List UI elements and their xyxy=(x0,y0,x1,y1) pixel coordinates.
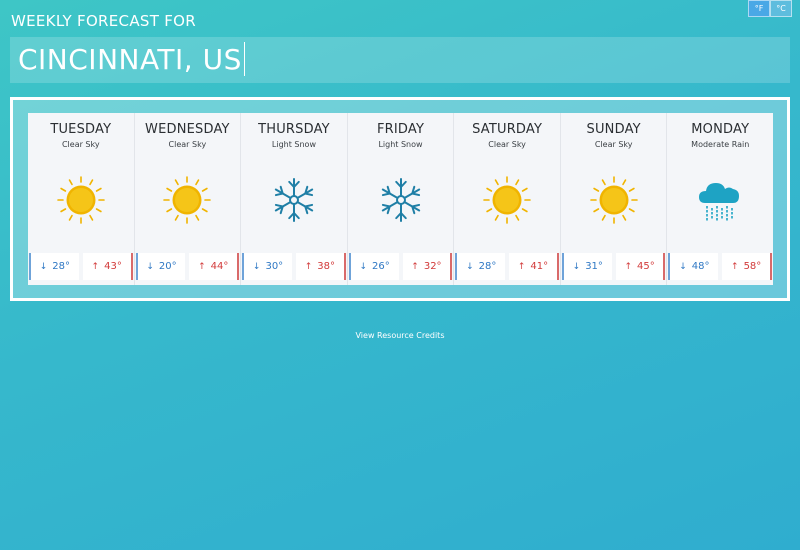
snowflake-icon xyxy=(241,177,347,223)
header-label: WEEKLY FORECAST FOR xyxy=(11,12,196,30)
arrow-down-icon: ↓ xyxy=(359,261,368,272)
view-credits-link[interactable]: View Resource Credits xyxy=(0,331,800,340)
high-temp: ↑ 44° xyxy=(189,253,240,280)
day-card-thursday: THURSDAY Light Snow ↓ 30° ↑ 38° xyxy=(241,113,348,285)
low-temp: ↓ 28° xyxy=(29,253,79,280)
fahrenheit-button[interactable]: °F xyxy=(748,0,770,17)
text-caret xyxy=(243,42,245,76)
temperature-range: ↓ 20° ↑ 44° xyxy=(135,253,241,280)
day-card-sunday: SUNDAY Clear Sky ↓ 31° ↑ 45° xyxy=(561,113,668,285)
low-temp: ↓ 48° xyxy=(668,253,719,280)
day-card-friday: FRIDAY Light Snow ↓ 26° ↑ 32° xyxy=(348,113,455,285)
sun-icon xyxy=(135,176,241,224)
arrow-down-icon: ↓ xyxy=(39,261,48,272)
low-temp-value: 31° xyxy=(585,261,603,272)
arrow-up-icon: ↑ xyxy=(304,261,313,272)
arrow-down-icon: ↓ xyxy=(572,261,581,272)
weather-condition: Clear Sky xyxy=(61,140,100,149)
high-temp: ↑ 32° xyxy=(402,253,453,280)
high-temp: ↑ 38° xyxy=(295,253,346,280)
sun-icon xyxy=(28,176,134,224)
day-card-wednesday: WEDNESDAY Clear Sky ↓ 20° ↑ 44° xyxy=(135,113,242,285)
weather-condition: Moderate Rain xyxy=(691,140,750,149)
city-input[interactable]: CINCINNATI, US xyxy=(18,42,245,78)
day-name: WEDNESDAY xyxy=(145,122,230,137)
low-temp-value: 48° xyxy=(691,261,710,272)
weather-condition: Clear Sky xyxy=(594,140,633,149)
day-name: TUESDAY xyxy=(50,122,112,137)
temperature-range: ↓ 28° ↑ 43° xyxy=(28,253,134,280)
arrow-up-icon: ↑ xyxy=(624,261,632,272)
high-temp: ↑ 58° xyxy=(722,253,773,280)
low-temp-value: 30° xyxy=(265,261,284,272)
temperature-range: ↓ 48° ↑ 58° xyxy=(667,253,773,280)
weather-condition: Light Snow xyxy=(378,140,423,149)
weather-condition: Clear Sky xyxy=(488,140,526,149)
arrow-up-icon: ↑ xyxy=(91,261,100,272)
arrow-up-icon: ↑ xyxy=(731,261,739,272)
unit-toggle: °F °C xyxy=(748,0,792,17)
low-temp: ↓ 30° xyxy=(242,253,292,280)
high-temp-value: 41° xyxy=(530,261,549,272)
low-temp: ↓ 31° xyxy=(561,253,612,280)
day-name: SUNDAY xyxy=(586,122,641,137)
sun-icon xyxy=(561,176,667,224)
high-temp: ↑ 41° xyxy=(509,253,559,280)
snowflake-icon xyxy=(348,177,454,223)
forecast-panel: TUESDAY Clear Sky ↓ 28° ↑ 43° WEDNESDAY Clear… xyxy=(10,97,790,301)
arrow-down-icon: ↓ xyxy=(679,261,687,272)
arrow-down-icon: ↓ xyxy=(146,261,154,272)
low-temp: ↓ 28° xyxy=(455,253,506,280)
celsius-button[interactable]: °C xyxy=(770,0,792,17)
day-name: FRIDAY xyxy=(376,122,425,137)
weather-condition: Light Snow xyxy=(271,140,316,149)
sun-icon xyxy=(454,176,560,224)
city-search-field[interactable]: CINCINNATI, US xyxy=(10,37,790,83)
temperature-range: ↓ 31° ↑ 45° xyxy=(561,253,667,280)
low-temp-value: 26° xyxy=(372,261,390,272)
day-name: THURSDAY xyxy=(258,122,330,137)
high-temp-value: 32° xyxy=(423,261,442,272)
low-temp: ↓ 26° xyxy=(348,253,399,280)
high-temp-value: 58° xyxy=(743,261,762,272)
arrow-up-icon: ↑ xyxy=(198,261,206,272)
weather-condition: Clear Sky xyxy=(168,140,207,149)
high-temp-value: 43° xyxy=(104,261,122,272)
low-temp-value: 28° xyxy=(478,261,497,272)
forecast-cards: TUESDAY Clear Sky ↓ 28° ↑ 43° WEDNESDAY Clear… xyxy=(28,113,773,285)
low-temp-value: 20° xyxy=(158,261,177,272)
day-name: MONDAY xyxy=(691,122,750,137)
high-temp: ↑ 43° xyxy=(82,253,133,280)
temperature-range: ↓ 26° ↑ 32° xyxy=(348,253,454,280)
day-name: SATURDAY xyxy=(472,122,543,137)
day-card-saturday: SATURDAY Clear Sky ↓ 28° ↑ 41° xyxy=(454,113,561,285)
high-temp-value: 38° xyxy=(317,261,335,272)
high-temp: ↑ 45° xyxy=(615,253,666,280)
arrow-up-icon: ↑ xyxy=(411,261,419,272)
arrow-up-icon: ↑ xyxy=(517,261,526,272)
arrow-down-icon: ↓ xyxy=(466,261,474,272)
day-card-tuesday: TUESDAY Clear Sky ↓ 28° ↑ 43° xyxy=(28,113,135,285)
low-temp: ↓ 20° xyxy=(135,253,186,280)
temperature-range: ↓ 30° ↑ 38° xyxy=(241,253,347,280)
rain-cloud-icon xyxy=(667,177,773,223)
arrow-down-icon: ↓ xyxy=(252,261,261,272)
high-temp-value: 45° xyxy=(636,261,655,272)
high-temp-value: 44° xyxy=(210,261,229,272)
city-input-value: CINCINNATI, US xyxy=(18,43,242,76)
low-temp-value: 28° xyxy=(52,261,71,272)
day-card-monday: MONDAY Moderate Rain ↓ 48° ↑ 58° xyxy=(667,113,773,285)
temperature-range: ↓ 28° ↑ 41° xyxy=(454,253,560,280)
